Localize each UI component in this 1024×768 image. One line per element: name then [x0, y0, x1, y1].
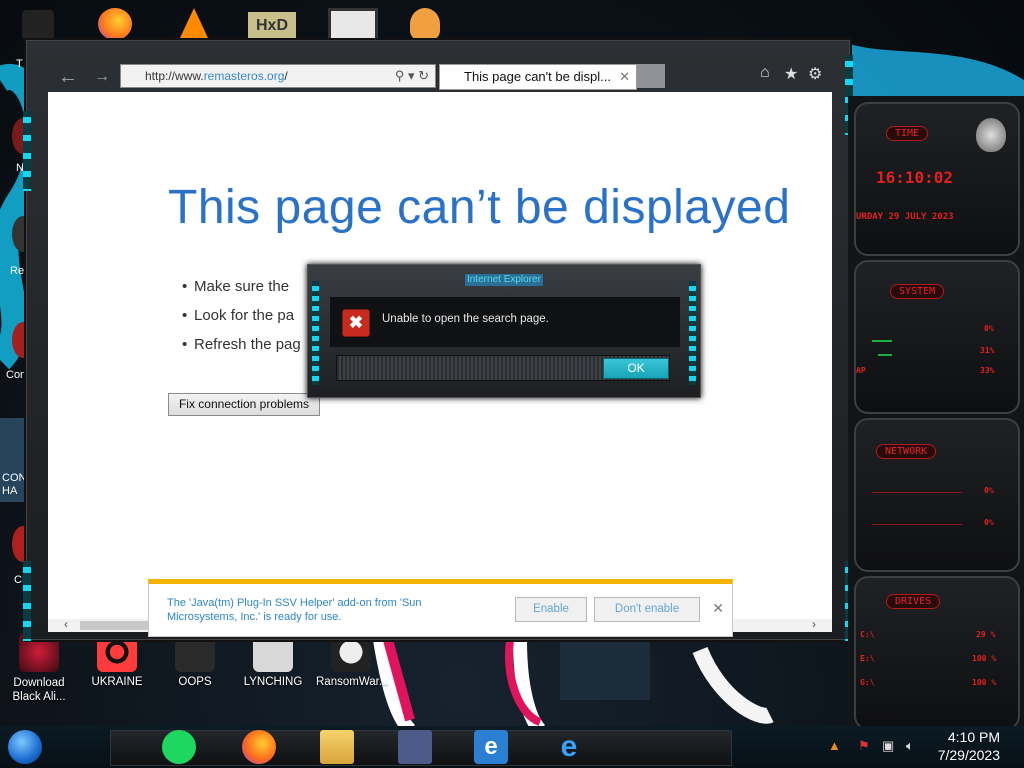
internet-explorer-icon[interactable]: e: [552, 730, 586, 764]
address-url: http://www.remasteros.org/: [145, 69, 288, 83]
system-gadget: SYSTEM 0% 31% AP 33%: [854, 260, 1020, 414]
desktop-icon-label: UKRAINE: [91, 676, 143, 688]
time-readout: 16:10:02: [876, 168, 954, 187]
system-label: SYSTEM: [890, 284, 945, 299]
dialog-title: Internet Explorer: [465, 274, 543, 286]
desktop-icon-oops[interactable]: OOPS: [160, 632, 230, 688]
scroll-thumb[interactable]: [80, 621, 156, 630]
time-label: TIME: [886, 126, 929, 141]
dont-enable-button[interactable]: Don't enable: [594, 597, 700, 622]
tab-title: This page can't be displ...: [464, 69, 612, 84]
frame-decoration: [23, 561, 31, 641]
desktop-icon-label: Download Black Ali...: [12, 677, 66, 703]
drive-letter: C:\: [860, 630, 875, 639]
drive-value: 100 %: [972, 654, 997, 663]
fix-connection-button[interactable]: Fix connection problems: [168, 393, 320, 416]
gadget-panel: TIME 16:10:02 URDAY 29 JULY 2023 SYSTEM …: [848, 96, 1024, 736]
addon-notification-bar: The 'Java(tm) Plug-In SSV Helper' add-on…: [148, 579, 733, 637]
internet-explorer-icon[interactable]: e: [474, 730, 508, 764]
network-label: NETWORK: [876, 444, 937, 459]
network-gadget: NETWORK 0% 0%: [854, 418, 1020, 572]
enable-button[interactable]: Enable: [515, 597, 587, 622]
notification-message: The 'Java(tm) Plug-In SSV Helper' add-on…: [167, 597, 422, 623]
start-button[interactable]: [8, 730, 42, 764]
network-icon[interactable]: ▣: [882, 738, 894, 754]
dialog-decoration: [689, 281, 696, 385]
system-value: 33%: [980, 366, 995, 375]
suggestions-list: Make sure the Look for the pa Refresh th…: [182, 272, 301, 359]
error-icon: ✖: [342, 309, 370, 337]
file-explorer-icon[interactable]: [320, 730, 354, 764]
dialog-decoration: [312, 281, 319, 385]
scroll-left-icon[interactable]: ‹: [64, 617, 68, 631]
taskbar-clock[interactable]: 4:10 PM 7/29/2023: [938, 728, 1000, 764]
frame-decoration: [23, 111, 31, 191]
list-item: Refresh the pag: [182, 330, 301, 359]
volume-icon[interactable]: 🔈︎: [906, 738, 914, 754]
tab-close-button[interactable]: ✕: [619, 65, 630, 89]
clock-date: 7/29/2023: [937, 747, 1000, 763]
alien-icon: [976, 118, 1006, 152]
network-graph: [872, 492, 962, 493]
hxd-icon[interactable]: HxD: [248, 12, 296, 40]
system-prefix: AP: [856, 366, 866, 375]
user-icon[interactable]: [410, 8, 440, 40]
desktop-icon-lynching[interactable]: LYNCHING: [238, 632, 308, 688]
desktop-icon-label: OOPS: [178, 676, 212, 688]
settings-icon[interactable]: ⚙: [808, 64, 822, 84]
new-tab-button[interactable]: [637, 64, 665, 88]
dialog-message: Unable to open the search page.: [382, 313, 549, 325]
left-icon-label[interactable]: T: [16, 58, 23, 70]
drive-letter: E:\: [860, 654, 875, 663]
desktop-icon-download[interactable]: Download Black Ali...: [4, 632, 74, 704]
time-gadget: TIME 16:10:02 URDAY 29 JULY 2023: [854, 102, 1020, 256]
network-value: 0%: [984, 518, 994, 527]
scroll-right-icon[interactable]: ›: [812, 617, 816, 631]
top-icon-1[interactable]: [22, 10, 54, 40]
firefox-icon[interactable]: [98, 8, 132, 40]
back-button[interactable]: ←: [56, 66, 80, 90]
list-item: Look for the pa: [182, 301, 301, 330]
tab-active[interactable]: This page can't be displ... ✕: [439, 64, 637, 90]
vlc-icon[interactable]: [180, 8, 208, 38]
system-value: 31%: [980, 346, 995, 355]
desktop-icon-label: RansomWar...: [316, 676, 389, 688]
error-dialog: Internet Explorer ✖ Unable to open the s…: [307, 264, 701, 398]
clock-time: 4:10 PM: [947, 729, 1000, 745]
desktop-icon-ukraine[interactable]: UKRAINE: [82, 632, 152, 688]
tray-icon[interactable]: ▲: [828, 738, 841, 753]
drive-value: 100 %: [972, 678, 997, 687]
system-value: 0%: [984, 324, 994, 333]
system-graph: [878, 354, 892, 356]
address-bar[interactable]: http://www.remasteros.org/ ⚲ ▾ ↻: [120, 64, 436, 88]
favorites-icon[interactable]: ★: [784, 64, 798, 84]
date-readout: URDAY 29 JULY 2023: [856, 212, 954, 222]
forward-button[interactable]: →: [90, 66, 114, 90]
notification-close-icon[interactable]: ✕: [712, 600, 724, 617]
taskbar: [0, 726, 1024, 768]
firefox-icon[interactable]: [242, 730, 276, 764]
system-graph: [872, 340, 892, 342]
network-graph: [872, 524, 962, 525]
flag-icon[interactable]: ⚑: [858, 738, 870, 754]
drives-label: DRIVES: [886, 594, 941, 609]
network-value: 0%: [984, 486, 994, 495]
address-controls[interactable]: ⚲ ▾ ↻: [395, 65, 429, 87]
drive-letter: G:\: [860, 678, 875, 687]
spotify-icon[interactable]: [162, 730, 196, 764]
home-icon[interactable]: ⌂: [760, 64, 770, 82]
window-icon[interactable]: [398, 730, 432, 764]
drives-gadget: DRIVES C:\ 29 % E:\ 100 % G:\ 100 %: [854, 576, 1020, 730]
list-item: Make sure the: [182, 272, 301, 301]
drive-value: 29 %: [976, 630, 996, 639]
desktop-icon-ransomware[interactable]: RansomWar...: [316, 632, 389, 688]
desktop-icon-label: LYNCHING: [243, 676, 303, 688]
ok-button[interactable]: OK: [603, 358, 669, 379]
dialog-body: ✖ Unable to open the search page.: [330, 297, 680, 347]
page-title: This page can’t be displayed: [168, 181, 791, 234]
